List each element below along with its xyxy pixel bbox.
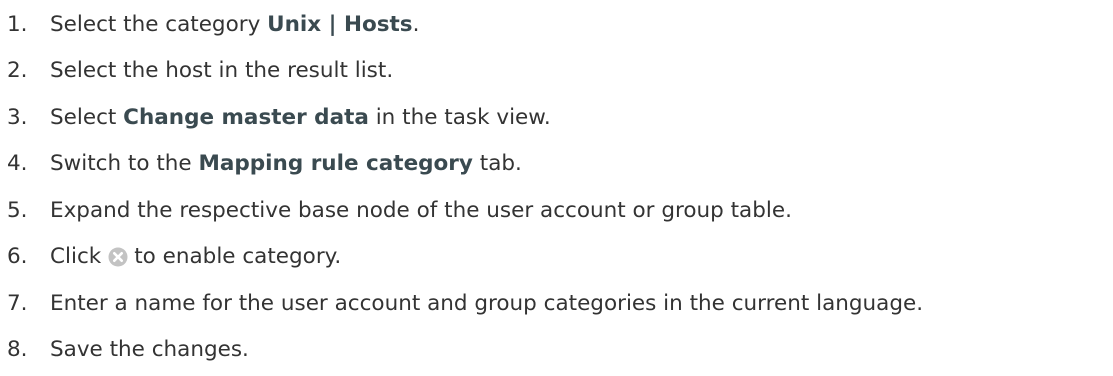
step-1: 1. Select the category Unix | Hosts. <box>0 1 1113 48</box>
step-text: Select the host in the result list. <box>50 58 394 83</box>
step-number: 4. <box>7 151 28 176</box>
step-number: 5. <box>7 197 28 223</box>
step-number: 8. <box>7 337 28 362</box>
step-text: Switch to the <box>50 151 199 176</box>
step-text: Expand the respective base node of the u… <box>50 197 792 223</box>
step-7: 7. Enter a name for the user account and… <box>0 280 1113 327</box>
step-6: 6. Click to enable category. <box>0 234 1113 281</box>
step-text: Enter a name for the user account and gr… <box>50 290 924 316</box>
step-emphasis: Unix | Hosts <box>267 11 413 37</box>
step-emphasis: Mapping rule category <box>198 151 473 176</box>
step-text: Select the category <box>50 11 268 37</box>
step-text-end: to enable category. <box>134 244 342 269</box>
step-2: 2. Select the host in the result list. <box>0 48 1113 95</box>
step-number: 2. <box>7 58 28 83</box>
instruction-steps: 1. Select the category Unix | Hosts. 2. … <box>0 1 1113 373</box>
step-text-end: . <box>412 11 420 37</box>
step-text: Select <box>50 104 124 130</box>
step-number: 7. <box>7 290 28 316</box>
step-3: 3. Select Change master data in the task… <box>0 94 1113 141</box>
step-8: 8. Save the changes. <box>0 327 1113 374</box>
step-number: 1. <box>7 11 28 37</box>
step-emphasis: Change master data <box>123 104 369 130</box>
step-number: 6. <box>7 244 28 269</box>
step-text-end: in the task view. <box>368 104 551 130</box>
step-text-end: tab. <box>472 151 522 176</box>
step-number: 3. <box>7 104 28 130</box>
step-4: 4. Switch to the Mapping rule category t… <box>0 141 1113 188</box>
disabled-category-icon <box>107 246 129 268</box>
step-text: Save the changes. <box>50 337 249 362</box>
step-5: 5. Expand the respective base node of th… <box>0 187 1113 234</box>
step-text: Click <box>50 244 102 269</box>
